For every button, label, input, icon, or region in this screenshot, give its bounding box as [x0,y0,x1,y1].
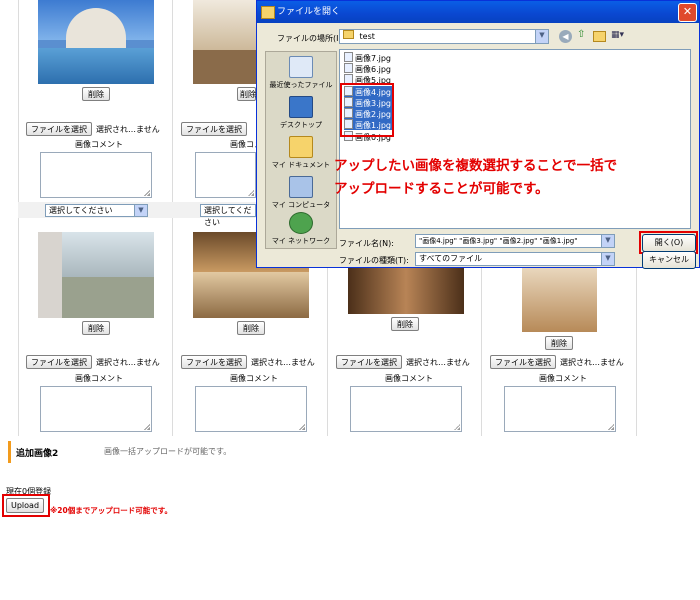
upload-highlight [2,494,50,517]
choose-file-button[interactable]: ファイルを選択 [490,355,556,369]
comment-textarea[interactable] [40,386,152,432]
my-network-icon [289,212,313,234]
comment-textarea[interactable] [195,386,307,432]
no-file-text: 選択され…ません [251,358,315,367]
section-title: 追加画像2 [16,449,59,459]
dialog-titlebar: ファイルを開く ✕ [257,1,699,23]
photo-dining-room [522,268,597,332]
filetype-label: ファイルの種類(T): [339,256,409,265]
comment-label: 画像コメント [230,374,278,383]
section-description: 画像一括アップロードが可能です。 [104,447,232,456]
filename-label: ファイル名(N): [339,239,394,248]
select-value: 選択してください [49,206,113,215]
delete-button[interactable]: 削除 [545,336,573,350]
filename-value: "画像4.jpg" "画像3.jpg" "画像2.jpg" "画像1.jpg" [419,237,578,245]
no-file-text: 選択され…ません [96,125,160,134]
image-file-icon [344,63,353,73]
location-label: ファイルの場所(I): [277,34,345,43]
file-item[interactable]: 画像6.jpg [344,63,393,74]
file-list: 画像7.jpg 画像6.jpg 画像5.jpg 画像4.jpg 画像3.jpg … [339,49,691,229]
no-file-text: 選択され…ません [560,358,624,367]
comment-textarea[interactable] [350,386,462,432]
choose-file-button[interactable]: ファイルを選択 [181,355,247,369]
delete-button[interactable]: 削除 [237,321,265,335]
file-item[interactable]: 画像7.jpg [344,52,393,63]
desktop-icon [289,96,313,118]
category-select[interactable]: 選択してください [200,204,256,227]
place-desktop[interactable]: デスクトップ [266,96,336,130]
folder-icon [261,6,275,19]
back-icon[interactable]: ◀ [559,30,572,43]
section-accent-bar [8,441,11,463]
file-open-dialog: ファイルを開く ✕ ファイルの場所(I): test ▼ ◀ ⇧ ▦▾ 最近使っ… [256,0,700,269]
comment-label: 画像コメント [75,374,123,383]
close-icon[interactable]: ✕ [678,3,697,22]
choose-file-button[interactable]: ファイルを選択 [26,122,92,136]
photo-interior-room [193,0,257,84]
folder-icon [343,30,354,39]
place-my-network[interactable]: マイ ネットワーク [266,212,336,246]
selection-highlight [340,83,394,137]
cancel-button[interactable]: キャンセル [642,251,696,269]
chevron-down-icon: ▼ [535,30,548,43]
my-documents-icon [289,136,313,158]
comment-label: 画像コメント [385,374,433,383]
no-file-text: 選択され…ません [96,358,160,367]
no-file-text: 選択され…ません [406,358,470,367]
photo-taj-mahal [38,0,154,84]
location-value: test [359,32,375,41]
instruction-annotation: アップしたい画像を複数選択することで一括で アップロードすることが可能です。 [334,155,617,201]
delete-button[interactable]: 削除 [391,317,419,331]
place-my-documents[interactable]: マイ ドキュメント [266,136,336,170]
upload-note: ※20個までアップロード可能です。 [50,506,172,515]
place-label: デスクトップ [280,121,322,129]
new-folder-icon[interactable] [593,31,606,42]
comment-textarea[interactable] [504,386,616,432]
up-folder-icon[interactable]: ⇧ [577,29,585,40]
file-name: 画像7.jpg [355,54,392,63]
place-my-computer[interactable]: マイ コンピュータ [266,176,336,210]
delete-button[interactable]: 削除 [82,321,110,335]
view-menu-icon[interactable]: ▦▾ [611,30,624,40]
filetype-select[interactable]: すべてのファイル ▼ [415,252,615,266]
chevron-down-icon: ▼ [601,235,614,247]
photo-living-room [348,268,464,314]
choose-file-button[interactable]: ファイルを選択 [26,355,92,369]
choose-file-button[interactable]: ファイルを選択 [336,355,402,369]
category-select[interactable]: 選択してください ▼ [45,204,148,217]
place-recent[interactable]: 最近使ったファイル [266,56,336,90]
place-label: マイ コンピュータ [271,201,331,209]
file-name: 画像6.jpg [355,65,392,74]
places-bar: 最近使ったファイル デスクトップ マイ ドキュメント マイ コンピュータ マイ … [265,51,337,249]
dialog-title: ファイルを開く [277,7,341,17]
chevron-down-icon: ▼ [134,205,147,216]
location-select[interactable]: test ▼ [339,29,549,44]
place-label: マイ ネットワーク [271,237,331,245]
comment-label: 画像コメント [539,374,587,383]
comment-label: 画像コメント [75,140,123,149]
annotation-line-1: アップしたい画像を複数選択することで一括で [334,158,618,174]
delete-button[interactable]: 削除 [82,87,110,101]
filename-input[interactable]: "画像4.jpg" "画像3.jpg" "画像2.jpg" "画像1.jpg" … [415,234,615,248]
comment-textarea[interactable] [40,152,152,198]
annotation-line-2: アップロードすることが可能です。 [334,181,549,197]
photo-balcony [38,232,154,318]
place-label: マイ ドキュメント [271,161,331,169]
choose-file-button[interactable]: ファイルを選択 [181,122,247,136]
image-file-icon [344,52,353,62]
delete-button[interactable]: 削除 [237,87,256,101]
place-label: 最近使ったファイル [269,81,333,89]
my-computer-icon [289,176,313,198]
chevron-down-icon: ▼ [601,253,614,265]
filetype-value: すべてのファイル [419,254,483,263]
comment-textarea[interactable] [195,152,256,198]
recent-icon [289,56,313,78]
